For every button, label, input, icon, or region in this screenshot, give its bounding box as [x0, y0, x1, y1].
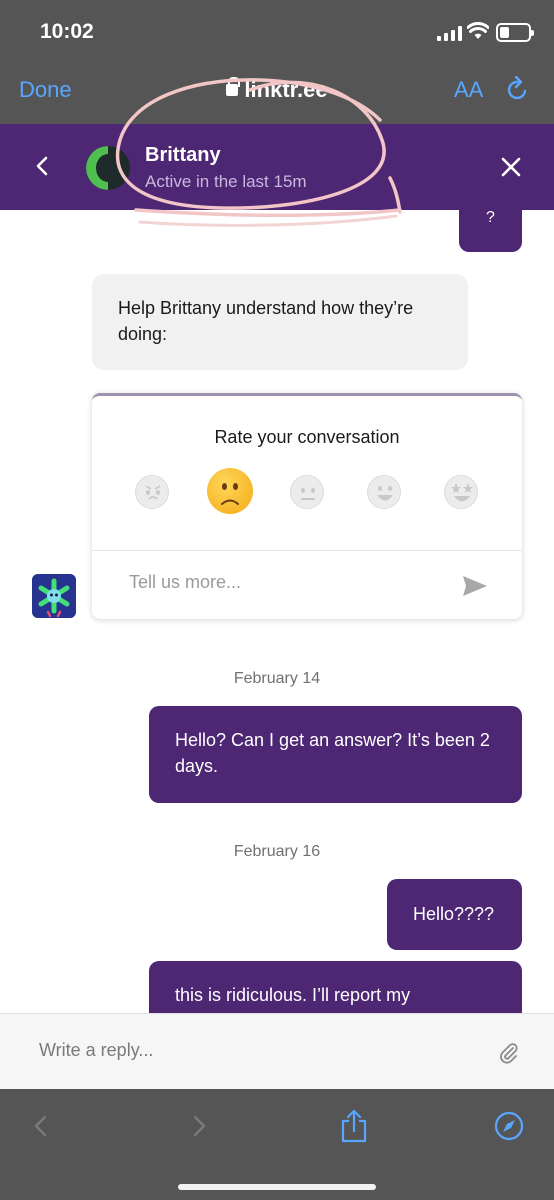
- lock-icon: [226, 77, 241, 96]
- agent-avatar: [86, 146, 130, 190]
- browser-top-chrome: 10:02 Done linktr.ee AA: [0, 0, 554, 124]
- linktree-bot-avatar: [32, 574, 76, 618]
- wifi-icon: [467, 22, 489, 39]
- neutral-face-icon[interactable]: [290, 475, 324, 509]
- close-icon[interactable]: [498, 154, 524, 180]
- forward-arrow-icon[interactable]: [184, 1109, 214, 1143]
- reload-icon[interactable]: [506, 76, 530, 102]
- status-time: 10:02: [40, 20, 94, 43]
- rating-card: Rate your conversation: [92, 393, 522, 619]
- outgoing-message-partial: ?: [459, 196, 522, 252]
- text-size-button[interactable]: AA: [454, 77, 483, 103]
- date-separator: February 14: [233, 670, 321, 687]
- rating-faces: [92, 468, 522, 516]
- rating-divider: [92, 550, 522, 551]
- send-icon[interactable]: [462, 575, 488, 597]
- incoming-message: Help Brittany understand how they’re doi…: [92, 274, 468, 370]
- back-arrow-icon[interactable]: [26, 1109, 56, 1143]
- agent-status: Active in the last 15m: [145, 172, 307, 191]
- home-indicator: [178, 1184, 376, 1190]
- share-icon[interactable]: [339, 1109, 369, 1143]
- smiling-face-icon[interactable]: [367, 475, 401, 509]
- reply-input[interactable]: [39, 1040, 459, 1061]
- agent-name: Brittany: [145, 144, 221, 166]
- paperclip-icon[interactable]: [496, 1040, 520, 1064]
- outgoing-message: Hello????: [387, 879, 522, 950]
- message-text: ?: [486, 209, 495, 226]
- feedback-input[interactable]: [129, 572, 449, 593]
- date-separator: February 16: [233, 843, 321, 860]
- frowning-face-icon[interactable]: [207, 468, 253, 514]
- rating-title: Rate your conversation: [214, 427, 400, 447]
- star-struck-face-icon[interactable]: [444, 475, 478, 509]
- reply-bar: [0, 1013, 554, 1089]
- battery-icon: [496, 23, 534, 42]
- angry-face-icon[interactable]: [135, 475, 169, 509]
- back-chevron-icon[interactable]: [30, 152, 54, 180]
- compass-icon[interactable]: [494, 1109, 524, 1143]
- cellular-signal-icon: [437, 26, 462, 41]
- url-text: linktr.ee: [244, 77, 328, 102]
- outgoing-message: Hello? Can I get an answer? It’s been 2 …: [149, 706, 522, 803]
